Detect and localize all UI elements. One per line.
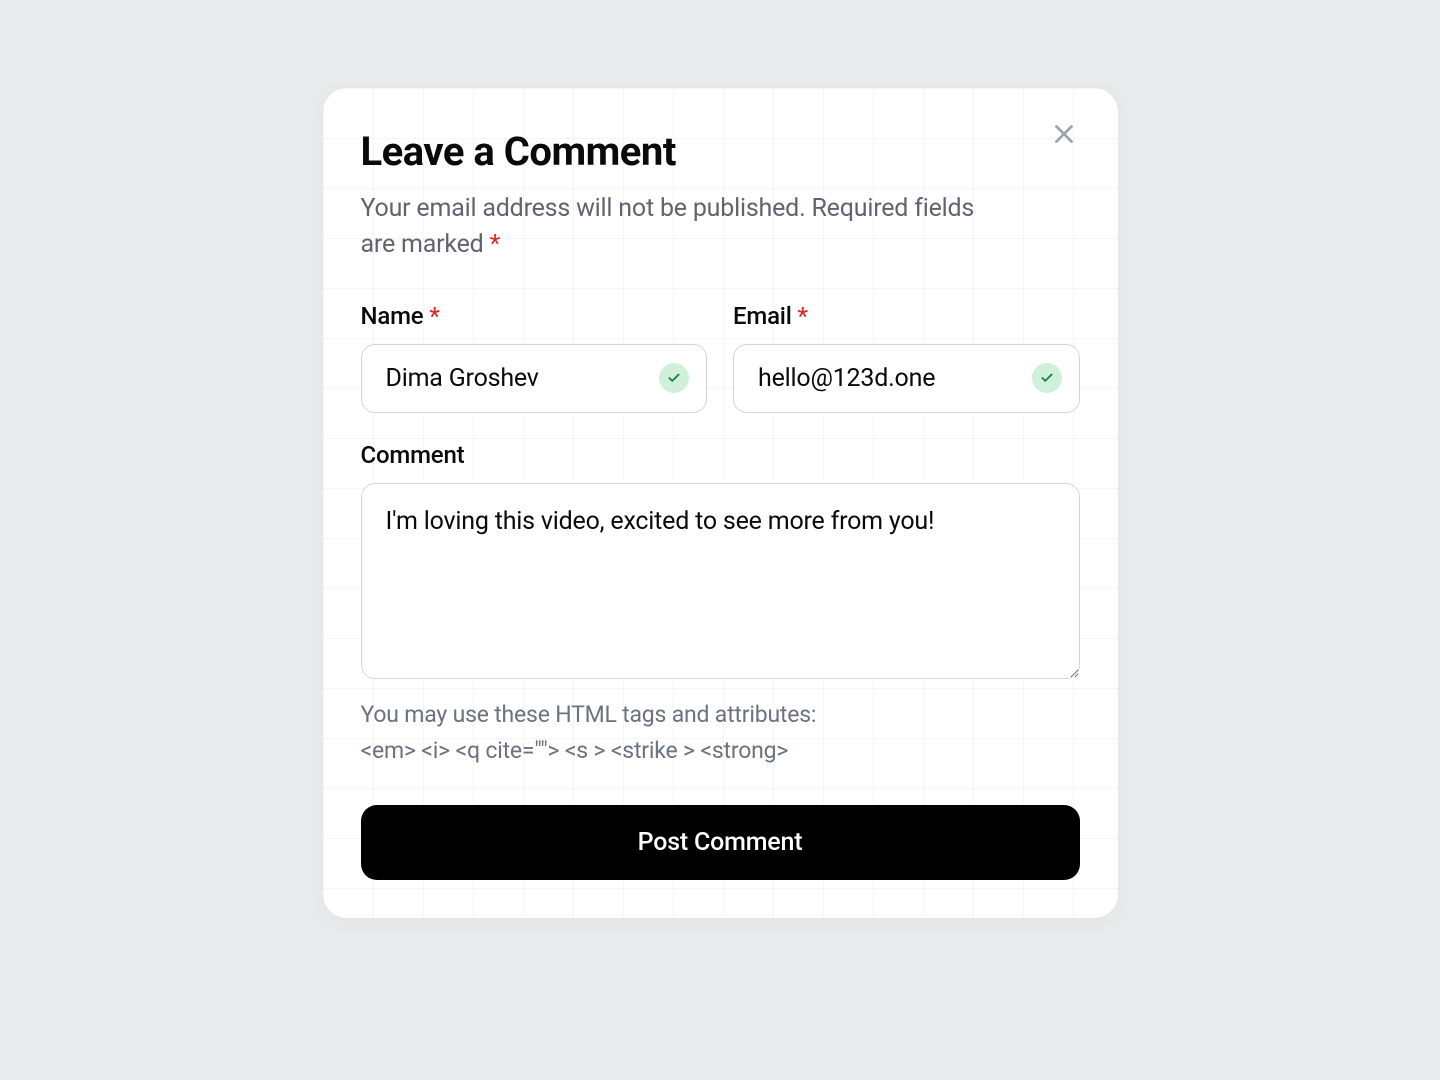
required-marker: * xyxy=(429,302,439,330)
email-input-wrap xyxy=(733,344,1080,413)
email-valid-badge xyxy=(1032,363,1062,393)
name-input[interactable] xyxy=(361,344,708,413)
comment-field-group: Comment You may use these HTML tags and … xyxy=(361,441,1080,767)
comment-label: Comment xyxy=(361,441,1080,469)
name-input-wrap xyxy=(361,344,708,413)
help-tags: <em> <i> <q cite=""> <s > <strike > <str… xyxy=(361,735,1080,767)
close-button[interactable] xyxy=(1046,116,1082,152)
post-comment-button[interactable]: Post Comment xyxy=(361,805,1080,880)
comment-textarea[interactable] xyxy=(361,483,1080,679)
name-valid-badge xyxy=(659,363,689,393)
comment-modal: Leave a Comment Your email address will … xyxy=(323,88,1118,918)
email-label: Email * xyxy=(733,302,1080,330)
modal-subtitle: Your email address will not be published… xyxy=(361,191,1001,264)
email-input[interactable] xyxy=(733,344,1080,413)
name-email-row: Name * Email * xyxy=(361,302,1080,413)
name-label-text: Name xyxy=(361,302,424,330)
check-icon xyxy=(1040,371,1054,385)
close-icon xyxy=(1051,121,1077,147)
email-field-group: Email * xyxy=(733,302,1080,413)
name-field-group: Name * xyxy=(361,302,708,413)
help-prefix: You may use these HTML tags and attribut… xyxy=(361,701,817,728)
required-marker: * xyxy=(490,230,501,259)
required-marker: * xyxy=(797,302,807,330)
subtitle-text: Your email address will not be published… xyxy=(361,194,975,259)
check-icon xyxy=(667,371,681,385)
help-text: You may use these HTML tags and attribut… xyxy=(361,699,1080,767)
email-label-text: Email xyxy=(733,302,792,330)
name-label: Name * xyxy=(361,302,708,330)
modal-title: Leave a Comment xyxy=(361,128,1080,175)
